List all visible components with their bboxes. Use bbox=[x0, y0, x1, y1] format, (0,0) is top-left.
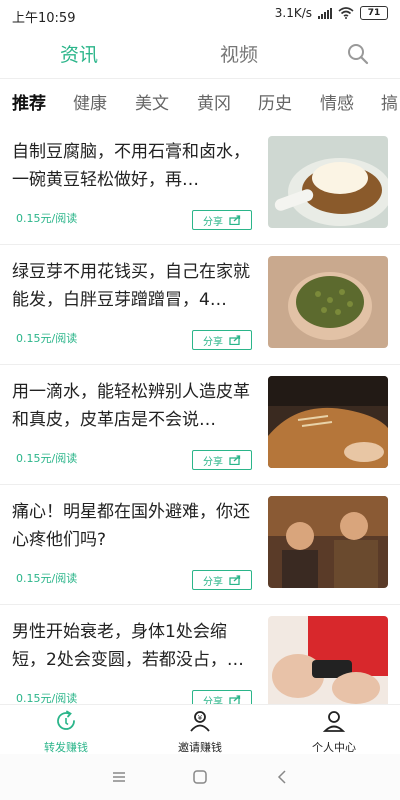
share-label: 分享 bbox=[203, 456, 223, 468]
search-icon[interactable] bbox=[346, 42, 370, 66]
mung-beans-image bbox=[268, 256, 388, 348]
article-reward: 0.15元/阅读 bbox=[16, 212, 78, 225]
share-button[interactable]: 分享 bbox=[192, 690, 252, 704]
invite-icon: ¥ bbox=[190, 711, 210, 732]
wifi-icon bbox=[338, 7, 354, 19]
status-time: 上午10:59 bbox=[12, 11, 76, 26]
status-bar: 上午10:59 3.1K/s 71 bbox=[0, 0, 400, 30]
system-nav-bar bbox=[0, 754, 400, 800]
battery-indicator: 71 bbox=[360, 6, 388, 20]
nav-share-earn[interactable]: 转发赚钱 bbox=[16, 709, 116, 755]
signal-icon bbox=[318, 7, 332, 19]
article-reward: 0.15元/阅读 bbox=[16, 332, 78, 345]
user-icon bbox=[322, 711, 346, 732]
tab-video[interactable]: 视频 bbox=[220, 40, 258, 67]
menu-icon[interactable] bbox=[110, 768, 128, 786]
category-health[interactable]: 健康 bbox=[73, 89, 107, 114]
nav-invite-earn-label: 邀请赚钱 bbox=[178, 741, 222, 754]
article-item[interactable]: 绿豆芽不用花钱买，自己在家就能发，白胖豆芽蹭蹭冒，4… 0.15元/阅读 分享 bbox=[0, 246, 400, 365]
share-button[interactable]: 分享 bbox=[192, 330, 252, 350]
category-funny[interactable]: 搞 bbox=[381, 89, 398, 114]
article-item[interactable]: 男性开始衰老，身体1处会缩短，2处会变圆，若都没占，… 0.15元/阅读 分享 bbox=[0, 606, 400, 704]
article-item[interactable]: 痛心！明星都在国外避难，你还心疼他们吗? 0.15元/阅读 分享 bbox=[0, 486, 400, 605]
nav-profile-label: 个人中心 bbox=[312, 741, 356, 754]
category-emotion[interactable]: 情感 bbox=[320, 89, 354, 114]
article-feed: 自制豆腐脑，不用石膏和卤水，一碗黄豆轻松做好，再… 0.15元/阅读 分享 绿豆… bbox=[0, 122, 400, 704]
category-recommend[interactable]: 推荐 bbox=[12, 89, 46, 114]
back-icon[interactable] bbox=[274, 768, 292, 786]
health-device-image bbox=[268, 616, 388, 704]
article-title: 自制豆腐脑，不用石膏和卤水，一碗黄豆轻松做好，再… bbox=[12, 142, 250, 190]
article-title: 用一滴水，能轻松辨别人造皮革和真皮，皮革店是不会说… bbox=[12, 382, 250, 430]
article-title: 绿豆芽不用花钱买，自己在家就能发，白胖豆芽蹭蹭冒，4… bbox=[12, 262, 250, 310]
category-bar: 推荐 健康 美文 黄冈 历史 情感 搞 bbox=[0, 78, 400, 123]
article-reward: 0.15元/阅读 bbox=[16, 572, 78, 585]
category-history[interactable]: 历史 bbox=[258, 89, 292, 114]
article-title: 痛心！明星都在国外避难，你还心疼他们吗? bbox=[12, 502, 250, 550]
category-huanggang[interactable]: 黄冈 bbox=[197, 89, 231, 114]
article-reward: 0.15元/阅读 bbox=[16, 452, 78, 465]
article-title: 男性开始衰老，身体1处会缩短，2处会变圆，若都没占，… bbox=[12, 622, 244, 670]
category-prose[interactable]: 美文 bbox=[135, 89, 169, 114]
nav-invite-earn[interactable]: ¥ 邀请赚钱 bbox=[150, 709, 250, 755]
share-icon bbox=[229, 215, 241, 225]
network-speed: 3.1K/s bbox=[274, 6, 312, 20]
status-indicators: 3.1K/s 71 bbox=[275, 6, 388, 20]
share-icon bbox=[229, 695, 241, 704]
nav-share-earn-label: 转发赚钱 bbox=[44, 741, 88, 754]
share-button[interactable]: 分享 bbox=[192, 210, 252, 230]
tofu-pudding-image bbox=[268, 136, 388, 228]
share-button[interactable]: 分享 bbox=[192, 570, 252, 590]
top-tab-bar: 资讯 视频 bbox=[0, 34, 400, 74]
share-label: 分享 bbox=[203, 576, 223, 588]
home-icon[interactable] bbox=[191, 768, 209, 786]
refresh-earn-icon bbox=[57, 710, 75, 730]
article-reward: 0.15元/阅读 bbox=[16, 692, 78, 704]
people-photo-image bbox=[268, 496, 388, 588]
bottom-nav: 转发赚钱 ¥ 邀请赚钱 个人中心 bbox=[0, 704, 400, 755]
nav-profile[interactable]: 个人中心 bbox=[284, 709, 384, 755]
article-item[interactable]: 自制豆腐脑，不用石膏和卤水，一碗黄豆轻松做好，再… 0.15元/阅读 分享 bbox=[0, 126, 400, 245]
share-label: 分享 bbox=[203, 696, 223, 705]
share-icon bbox=[229, 455, 241, 465]
share-label: 分享 bbox=[203, 336, 223, 348]
share-button[interactable]: 分享 bbox=[192, 450, 252, 470]
share-icon bbox=[229, 335, 241, 345]
tab-news[interactable]: 资讯 bbox=[60, 40, 98, 67]
leather-shoe-image bbox=[268, 376, 388, 468]
share-icon bbox=[229, 575, 241, 585]
article-item[interactable]: 用一滴水，能轻松辨别人造皮革和真皮，皮革店是不会说… 0.15元/阅读 分享 bbox=[0, 366, 400, 485]
svg-text:¥: ¥ bbox=[198, 714, 203, 722]
share-label: 分享 bbox=[203, 216, 223, 228]
